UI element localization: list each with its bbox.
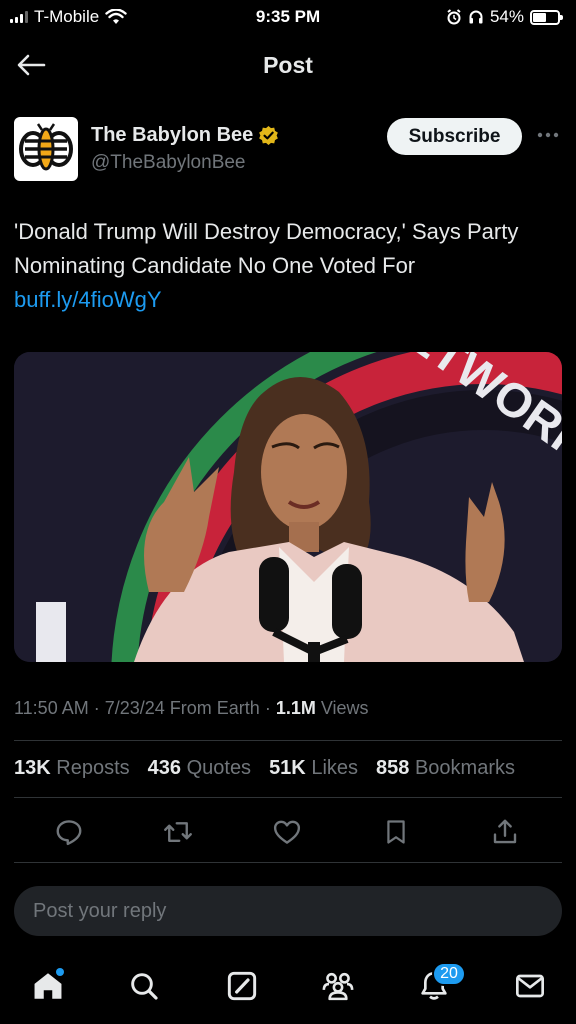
quotes-stat[interactable]: 436 Quotes: [148, 757, 251, 780]
reply-button[interactable]: [49, 812, 89, 852]
avatar[interactable]: [14, 117, 78, 181]
status-left: T-Mobile: [10, 7, 127, 27]
author-handle[interactable]: @TheBabylonBee: [91, 152, 246, 174]
bee-logo-icon: [19, 123, 73, 171]
headphones-icon: [469, 10, 483, 24]
meta-separator: ·: [93, 698, 100, 718]
battery-percent: 54%: [489, 7, 524, 26]
mail-icon: [516, 974, 544, 998]
meta-separator: ·: [264, 698, 271, 718]
nav-grok[interactable]: [222, 966, 262, 1006]
post-time: 11:50 AM: [14, 698, 89, 718]
likes-stat[interactable]: 51K Likes: [269, 757, 358, 780]
repost-icon: [164, 822, 192, 842]
status-bar: T-Mobile 9:35 PM 54%: [0, 0, 576, 34]
share-button[interactable]: [485, 812, 525, 852]
notification-badge: 20: [432, 962, 466, 986]
repost-button[interactable]: [158, 812, 198, 852]
carrier-name: T-Mobile: [34, 7, 100, 26]
share-icon: [493, 819, 517, 844]
like-button[interactable]: [267, 812, 307, 852]
home-notification-dot: [56, 968, 64, 976]
views-count: 1.1M: [275, 698, 316, 718]
author-name-row[interactable]: The Babylon Bee: [91, 124, 279, 147]
post-image[interactable]: ETWORK: [14, 352, 562, 662]
communities-icon: [322, 972, 354, 1001]
post-source: From Earth: [169, 698, 260, 718]
back-button[interactable]: [14, 49, 48, 81]
bottom-nav: 20: [0, 950, 576, 1024]
verified-badge-icon: [259, 125, 279, 146]
wifi-icon: [105, 9, 127, 24]
divider: [14, 740, 562, 741]
post-text-block: 'Donald Trump Will Destroy Democracy,' S…: [14, 215, 554, 317]
alarm-icon: [447, 9, 461, 25]
post-author: The Babylon Bee @TheBabylonBee Subscribe: [14, 117, 562, 181]
nav-notifications[interactable]: 20: [414, 962, 466, 1006]
back-arrow-icon: [17, 54, 46, 76]
subscribe-button[interactable]: Subscribe: [387, 118, 522, 155]
post-meta: 11:50 AM · 7/23/24 From Earth · 1.1M Vie…: [14, 698, 369, 719]
signal-icon: [10, 11, 28, 23]
reply-icon: [56, 820, 82, 846]
reply-input[interactable]: Post your reply: [14, 886, 562, 936]
nav-messages[interactable]: [510, 966, 550, 1006]
author-name: The Babylon Bee: [91, 124, 254, 146]
battery-icon: [530, 9, 563, 25]
bookmark-icon: [387, 820, 405, 844]
top-header: Post: [0, 34, 576, 96]
divider: [14, 797, 562, 798]
bookmarks-stat[interactable]: 858 Bookmarks: [376, 757, 515, 780]
nav-communities[interactable]: [318, 966, 358, 1006]
divider: [14, 862, 562, 863]
search-icon: [131, 973, 158, 1000]
status-right: 54%: [446, 7, 563, 27]
post-text: 'Donald Trump Will Destroy Democracy,' S…: [14, 219, 519, 278]
grok-icon: [227, 971, 257, 1001]
nav-search[interactable]: [124, 966, 164, 1006]
views-label: Views: [320, 698, 369, 718]
like-icon: [273, 820, 301, 844]
post-actions: [0, 812, 576, 852]
more-options-icon[interactable]: [534, 125, 562, 145]
page-title: Post: [263, 51, 313, 78]
bookmark-button[interactable]: [376, 812, 416, 852]
nav-home[interactable]: [28, 966, 68, 1006]
post-date: 7/23/24: [104, 698, 165, 718]
post-link[interactable]: buff.ly/4fioWgY: [14, 283, 554, 317]
engagement-stats: 13K Reposts 436 Quotes 51K Likes 858 Boo…: [14, 757, 562, 780]
image-illustration: ETWORK: [14, 352, 562, 662]
reposts-stat[interactable]: 13K Reposts: [14, 757, 130, 780]
